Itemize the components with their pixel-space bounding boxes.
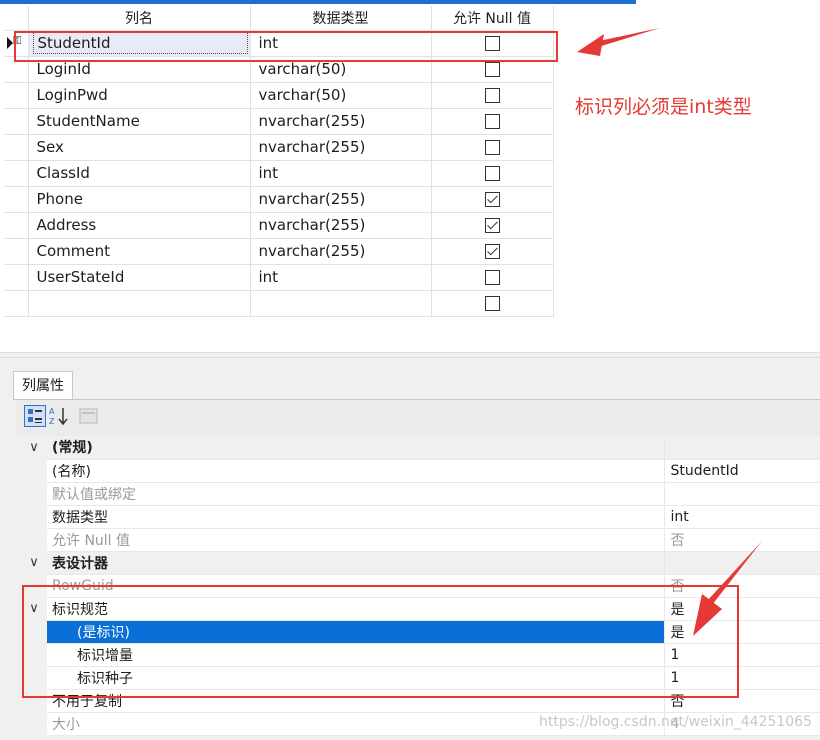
arrow-to-identity-icon <box>693 541 762 636</box>
annotation-arrows <box>577 28 762 636</box>
watermark: https://blog.csdn.net/weixin_44251065 <box>538 714 812 730</box>
arrow-to-pk-icon <box>577 28 660 56</box>
